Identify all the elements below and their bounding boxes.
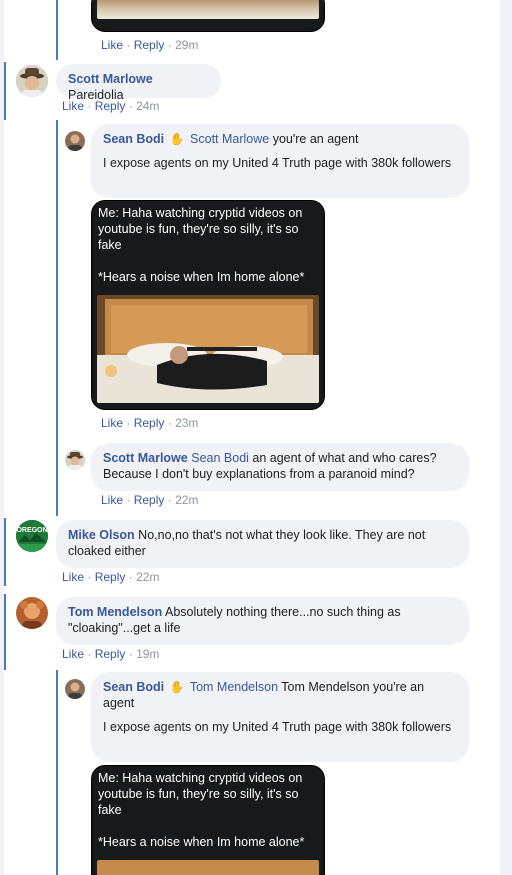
timestamp[interactable]: 22m — [175, 493, 198, 507]
person-avatar-icon — [16, 597, 48, 629]
author-name[interactable]: Scott Marlowe — [103, 451, 188, 465]
bed-photo — [97, 295, 319, 403]
meme-caption: *Hears a noise when Im home alone* — [98, 270, 305, 284]
thread-line — [56, 120, 58, 516]
thread-line — [56, 0, 58, 60]
comment-bubble: Mike Olson No,no,no that's not what they… — [56, 520, 469, 568]
timestamp[interactable]: 23m — [175, 416, 198, 430]
avatar[interactable]: OREGON — [16, 520, 48, 552]
meme-caption: *Hears a noise when Im home alone* — [98, 835, 305, 849]
author-name[interactable]: Scott Marlowe — [68, 72, 153, 86]
timestamp[interactable]: 24m — [136, 99, 159, 113]
timestamp[interactable]: 22m — [136, 570, 159, 584]
comment-bubble: Tom Mendelson Absolutely nothing there..… — [56, 597, 469, 645]
comment-actions: Like · Reply · 19m — [62, 647, 159, 661]
author-name[interactable]: Tom Mendelson — [68, 605, 162, 619]
separator: · — [126, 416, 131, 430]
avatar[interactable] — [65, 679, 85, 699]
separator: · — [167, 38, 172, 52]
comment-text-paragraph: I expose agents on my United 4 Truth pag… — [103, 720, 452, 734]
man-with-hat-avatar-icon — [65, 450, 85, 470]
man-in-bed-image — [97, 295, 319, 403]
thread-line — [4, 62, 6, 120]
meme-caption: Me: Haha watching cryptid videos on yout… — [98, 771, 303, 817]
reply-link[interactable]: Reply — [95, 99, 126, 113]
separator: · — [126, 38, 131, 52]
separator: · — [128, 570, 133, 584]
author-name[interactable]: Sean Bodi — [103, 680, 164, 694]
comment-bubble: Scott Marlowe Sean Bodi an agent of what… — [91, 443, 469, 491]
man-with-hat-avatar-icon — [16, 65, 48, 97]
timestamp[interactable]: 19m — [136, 647, 159, 661]
comment-actions: Like · Reply · 22m — [101, 493, 198, 507]
oregon-logo-avatar-icon: OREGON — [16, 520, 48, 552]
mention-link[interactable]: Sean Bodi — [191, 451, 249, 465]
separator: · — [87, 570, 92, 584]
separator: · — [167, 416, 172, 430]
comment-text-paragraph: I expose agents on my United 4 Truth pag… — [103, 156, 452, 170]
separator: · — [128, 647, 133, 661]
separator: · — [126, 493, 131, 507]
comment-bubble: Sean Bodi ✋ Tom Mendelson Tom Mendelson … — [91, 672, 469, 762]
comment-bubble: Scott Marlowe Pareidolia — [56, 64, 221, 102]
comment-actions: Like · Reply · 23m — [101, 416, 198, 430]
bed-photo — [97, 0, 319, 19]
mention-link[interactable]: Scott Marlowe — [190, 132, 269, 146]
meme-caption: Me: Haha watching cryptid videos on yout… — [98, 206, 303, 252]
comment-text: you're an agent — [269, 132, 359, 146]
separator: · — [167, 493, 172, 507]
comment-actions: Like · Reply · 22m — [62, 570, 159, 584]
thread-line — [56, 670, 58, 875]
svg-text:OREGON: OREGON — [16, 527, 47, 534]
reply-link[interactable]: Reply — [95, 570, 126, 584]
separator: · — [87, 99, 92, 113]
like-link[interactable]: Like — [101, 38, 123, 52]
reply-link[interactable]: Reply — [134, 493, 165, 507]
bed-photo — [97, 860, 319, 875]
reply-link[interactable]: Reply — [134, 38, 165, 52]
reply-link[interactable]: Reply — [95, 647, 126, 661]
waving-hand-icon: ✋ — [169, 132, 185, 146]
like-link[interactable]: Like — [62, 570, 84, 584]
person-avatar-icon — [65, 679, 85, 699]
avatar[interactable] — [65, 131, 85, 151]
thread-line — [4, 594, 6, 670]
timestamp[interactable]: 29m — [175, 38, 198, 52]
comments-panel: Like · Reply · 29m Scott Marlowe Pareido… — [4, 0, 500, 875]
like-link[interactable]: Like — [62, 99, 84, 113]
meme-image[interactable] — [91, 0, 325, 32]
person-avatar-icon — [65, 131, 85, 151]
like-link[interactable]: Like — [62, 647, 84, 661]
meme-image[interactable]: Me: Haha watching cryptid videos on yout… — [91, 200, 325, 410]
like-link[interactable]: Like — [101, 416, 123, 430]
comment-bubble: Sean Bodi ✋ Scott Marlowe you're an agen… — [91, 124, 469, 198]
reply-link[interactable]: Reply — [134, 416, 165, 430]
thread-line — [4, 518, 6, 586]
author-name[interactable]: Mike Olson — [68, 528, 135, 542]
avatar[interactable] — [65, 450, 85, 470]
avatar[interactable] — [16, 65, 48, 97]
like-link[interactable]: Like — [101, 493, 123, 507]
comment-actions: Like · Reply · 24m — [62, 99, 159, 113]
separator: · — [87, 647, 92, 661]
waving-hand-icon: ✋ — [169, 680, 185, 694]
meme-image[interactable]: Me: Haha watching cryptid videos on yout… — [91, 765, 325, 875]
mention-link[interactable]: Tom Mendelson — [190, 680, 278, 694]
comment-actions: Like · Reply · 29m — [101, 38, 198, 52]
author-name[interactable]: Sean Bodi — [103, 132, 164, 146]
separator: · — [128, 99, 133, 113]
avatar[interactable] — [16, 597, 48, 629]
